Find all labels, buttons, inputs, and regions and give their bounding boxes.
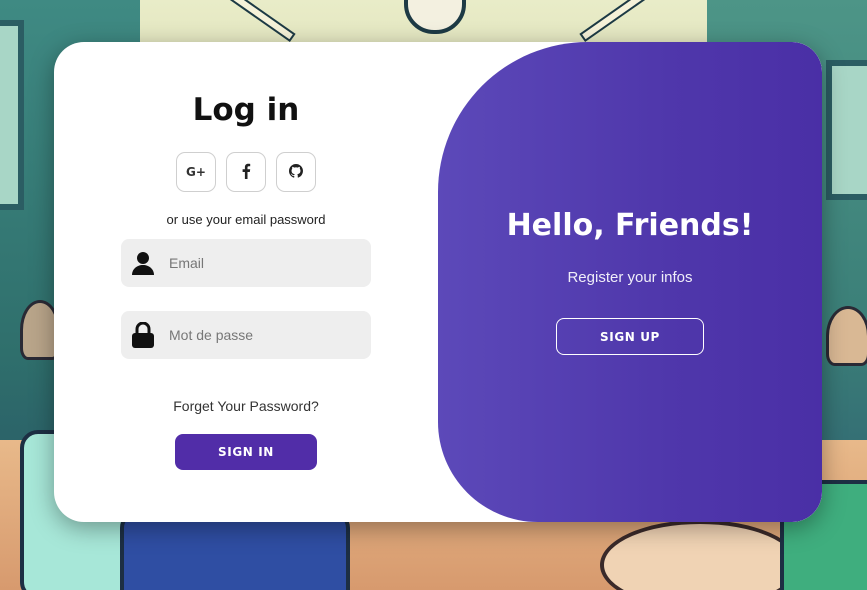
- login-card: Log in G+ or use your email password Ema…: [54, 42, 822, 522]
- forgot-password-link[interactable]: Forget Your Password?: [54, 398, 438, 414]
- password-field[interactable]: [121, 311, 371, 359]
- social-login-buttons: G+: [176, 152, 316, 192]
- sign-in-button[interactable]: SIGN IN: [175, 434, 317, 470]
- google-plus-button[interactable]: G+: [176, 152, 216, 192]
- github-button[interactable]: [276, 152, 316, 192]
- lock-icon: [121, 311, 165, 359]
- login-title: Log in: [192, 92, 300, 128]
- welcome-title: Hello, Friends!: [506, 208, 754, 243]
- facebook-button[interactable]: [226, 152, 266, 192]
- facebook-icon: [241, 163, 251, 182]
- window-right: [826, 60, 867, 200]
- password-input[interactable]: [165, 311, 371, 359]
- email-input[interactable]: [165, 239, 371, 287]
- window-left: [0, 20, 24, 210]
- github-icon: [289, 163, 303, 181]
- welcome-subtitle: Register your infos: [567, 269, 693, 286]
- email-hint-text: or use your email password: [166, 212, 326, 227]
- person-right: [826, 306, 867, 366]
- sign-up-button[interactable]: SIGN UP: [556, 318, 704, 355]
- user-icon: [121, 239, 165, 287]
- google-plus-icon: G+: [186, 165, 206, 179]
- welcome-panel: Hello, Friends! Register your infos SIGN…: [438, 42, 822, 522]
- login-form-panel: Log in G+ or use your email password Ema…: [54, 42, 438, 522]
- email-field[interactable]: [121, 239, 371, 287]
- chair-bottom-mid: [120, 510, 350, 590]
